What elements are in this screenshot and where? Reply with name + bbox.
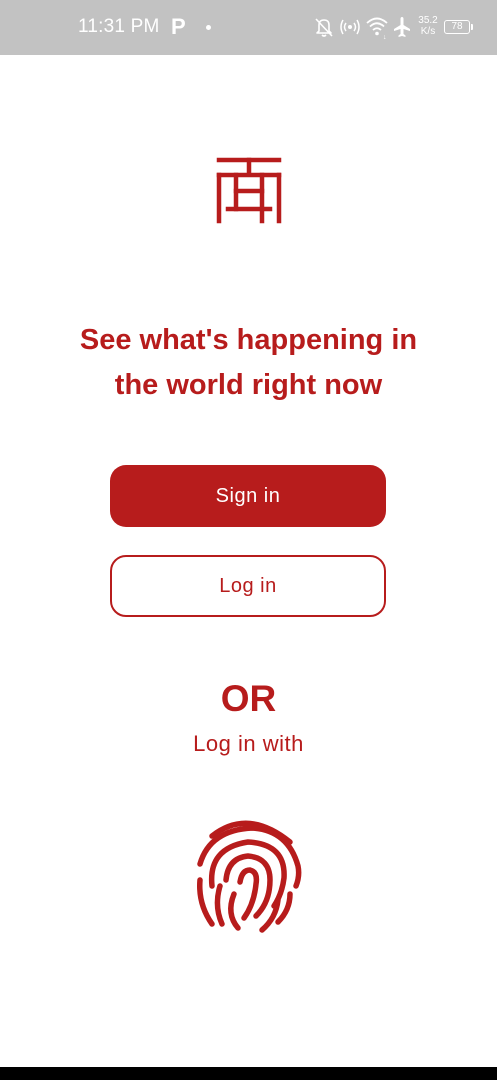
- wifi-icon: ↓: [366, 17, 388, 41]
- red-seal-logo-icon: [216, 157, 282, 224]
- battery-icon: 78: [444, 20, 470, 34]
- fingerprint-icon[interactable]: [192, 814, 304, 936]
- system-navigation-bar: [0, 1067, 497, 1080]
- log-in-label: Log in: [219, 574, 277, 597]
- battery-level: 78: [451, 21, 463, 32]
- airplane-mode-icon: [394, 17, 410, 37]
- sign-in-button[interactable]: Sign in: [110, 465, 386, 527]
- headline-line-1: See what's happening in: [79, 324, 418, 356]
- headline: See what's happening in the world right …: [40, 318, 457, 408]
- bell-off-icon: [315, 18, 333, 37]
- notification-dot-icon: [206, 25, 211, 30]
- parking-notification-icon: P: [171, 14, 186, 39]
- network-speed: 35.2 K/s: [416, 15, 440, 37]
- svg-text:↓: ↓: [383, 34, 387, 41]
- hotspot-icon: [340, 19, 360, 35]
- status-time: 11:31 PM: [78, 16, 160, 37]
- log-in-button[interactable]: Log in: [110, 555, 386, 617]
- network-speed-unit: K/s: [420, 26, 436, 37]
- status-bar: 11:31 PM P ↓ 35.2 K/s 78: [0, 0, 497, 55]
- headline-line-2: the world right now: [114, 369, 383, 401]
- sign-in-label: Sign in: [215, 484, 281, 507]
- network-speed-value: 35.2: [418, 15, 438, 26]
- battery-tip: [471, 24, 473, 30]
- or-divider-label: OR: [220, 678, 277, 719]
- login-with-label: Log in with: [193, 731, 304, 756]
